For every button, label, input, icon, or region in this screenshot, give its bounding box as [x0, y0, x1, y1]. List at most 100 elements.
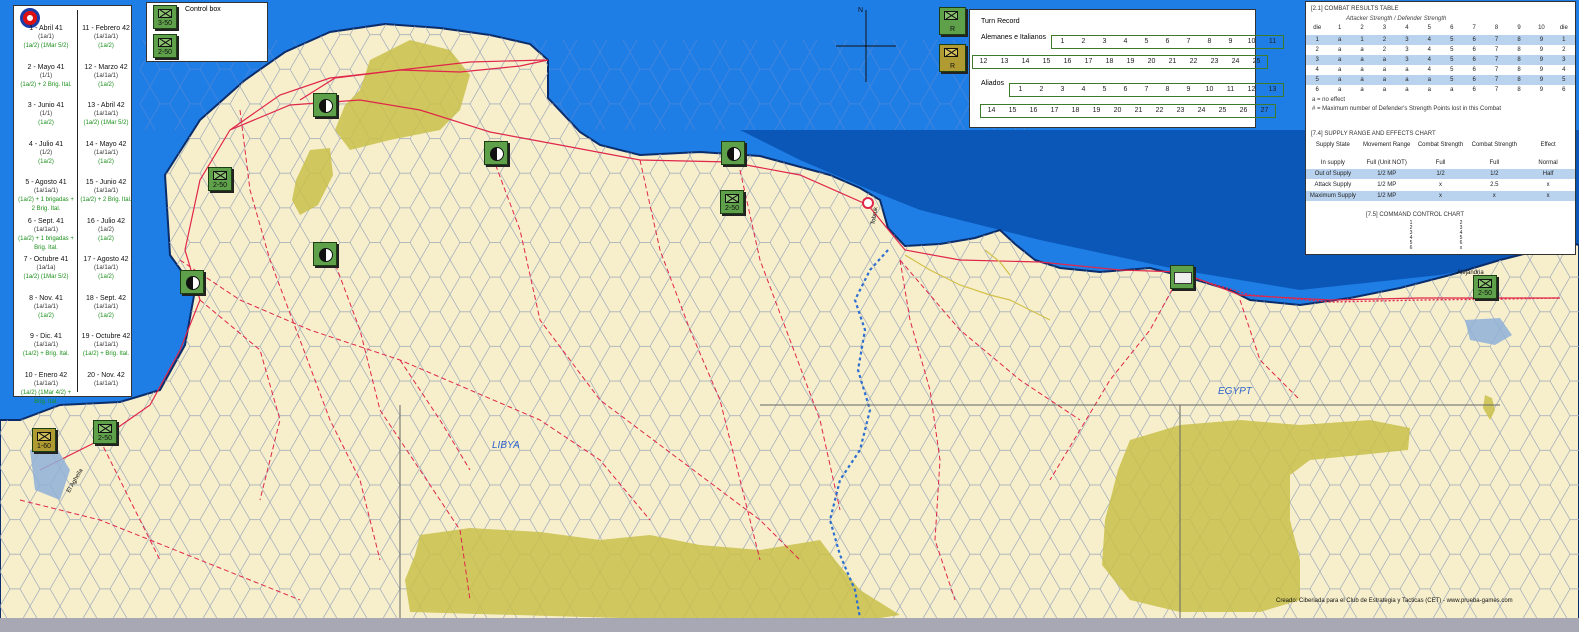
infantry-counter[interactable]: 2-50 — [1473, 275, 1497, 299]
turn-box[interactable]: 20 — [1141, 56, 1162, 68]
control-box: Control box 3-50 2-50 — [146, 2, 268, 62]
turn-box[interactable]: 2 — [1073, 36, 1094, 48]
supply-counter[interactable] — [313, 93, 337, 117]
supply-cell: Out of Supply — [1314, 171, 1352, 177]
crt-result-row: 2 a a 2 3 4 5 6 7 8 9 2 — [1306, 45, 1575, 55]
turn-box[interactable]: 13 — [1262, 84, 1283, 96]
crt-cell: 4 — [1315, 67, 1319, 73]
turn-box[interactable]: 19 — [1086, 105, 1107, 117]
turn-box[interactable]: 5 — [1094, 84, 1115, 96]
supply-column-header: Combat Strength — [1417, 142, 1464, 148]
turn-box[interactable]: 5 — [1136, 36, 1157, 48]
crt-cell: 3 — [1405, 57, 1409, 63]
turn-box[interactable]: 8 — [1157, 84, 1178, 96]
crt-subtitle: Attacker Strength / Defender Strength — [1346, 16, 1447, 22]
turn-box[interactable]: 6 — [1115, 84, 1136, 96]
turn-track-entry: 8 - Nov. 41 (1a/1a/1) (1a/2) — [18, 294, 74, 333]
turn-box[interactable]: 7 — [1136, 84, 1157, 96]
turn-box[interactable]: 8 — [1199, 36, 1220, 48]
turn-box[interactable]: 18 — [1065, 105, 1086, 117]
turn-box[interactable]: 12 — [1241, 84, 1262, 96]
turn-box[interactable]: 18 — [1099, 56, 1120, 68]
crt-result-row: 1 a 1 2 3 4 5 6 7 8 9 1 — [1306, 35, 1575, 45]
infantry-counter[interactable]: 2-50 — [208, 167, 232, 191]
turn-box[interactable]: 15 — [1002, 105, 1023, 117]
turn-box[interactable]: 27 — [1254, 105, 1275, 117]
crt-cell: a — [1337, 47, 1342, 53]
turn-box[interactable]: 13 — [994, 56, 1015, 68]
crt-cell: 1 — [1315, 37, 1319, 43]
turn-record-counter[interactable]: R — [939, 44, 966, 72]
axis-turn-row: 12 13 14 15 16 17 18 19 20 21 22 23 24 25 — [972, 55, 1268, 69]
turn-box[interactable]: 11 — [1220, 84, 1241, 96]
turn-box[interactable]: 16 — [1023, 105, 1044, 117]
crt-note: a = no effect — [1312, 97, 1346, 103]
turn-box[interactable]: 20 — [1107, 105, 1128, 117]
turn-track-note: (1a/2) — [98, 81, 114, 88]
turn-box[interactable]: 6 — [1157, 36, 1178, 48]
turn-box[interactable]: 22 — [1183, 56, 1204, 68]
turn-box[interactable]: 19 — [1120, 56, 1141, 68]
infantry-counter[interactable]: 3-50 — [153, 5, 177, 29]
turn-box[interactable]: 1 — [1052, 36, 1073, 48]
turn-box[interactable]: 7 — [1178, 36, 1199, 48]
turn-track-arrivals: (1a/1a) — [36, 265, 56, 271]
supply-counter[interactable] — [484, 141, 508, 165]
crt-cell: a — [1382, 77, 1387, 83]
turn-track-date: 15 - Junio 42 — [85, 179, 127, 186]
turn-box[interactable]: 1 — [1010, 84, 1031, 96]
turn-box[interactable]: 17 — [1078, 56, 1099, 68]
turn-record-counter[interactable]: R — [939, 7, 966, 35]
turn-box[interactable]: 10 — [1241, 36, 1262, 48]
turn-box[interactable]: 4 — [1115, 36, 1136, 48]
turn-box[interactable]: 9 — [1178, 84, 1199, 96]
turn-box[interactable]: 16 — [1057, 56, 1078, 68]
supply-column-header: Combat Strength — [1471, 142, 1517, 148]
turn-box[interactable]: 3 — [1052, 84, 1073, 96]
turn-box[interactable]: 9 — [1220, 36, 1241, 48]
turn-box[interactable]: 23 — [1170, 105, 1191, 117]
infantry-symbol-icon — [158, 38, 172, 47]
supply-counter[interactable] — [721, 141, 745, 165]
turn-box[interactable]: 24 — [1225, 56, 1246, 68]
counter-strength: 2-50 — [724, 205, 739, 212]
turn-box[interactable]: 11 — [1262, 36, 1283, 48]
control-box-title: Control box — [185, 6, 221, 13]
fortress-counter[interactable] — [1170, 265, 1194, 289]
turn-track-entry: 10 - Enero 42 (1a/1a/1) (1a/2) (1Mar 4/2) … — [18, 371, 74, 410]
turn-box[interactable]: 10 — [1199, 84, 1220, 96]
turn-box[interactable]: 22 — [1149, 105, 1170, 117]
turn-track-date: 20 - Nov. 42 — [87, 371, 125, 379]
turn-box[interactable]: 17 — [1044, 105, 1065, 117]
infantry-counter[interactable]: 2-50 — [720, 190, 744, 214]
fort-icon — [1174, 272, 1192, 284]
turn-box[interactable]: 23 — [1204, 56, 1225, 68]
supply-counter[interactable] — [313, 242, 337, 266]
infantry-counter[interactable]: 1-60 — [32, 428, 56, 452]
turn-box[interactable]: 21 — [1128, 105, 1149, 117]
turn-track-note: (1a/2) (1Mar 5/2) — [23, 274, 69, 280]
turn-box[interactable]: 14 — [981, 105, 1002, 117]
crt-cell: 5 — [1450, 77, 1454, 83]
supply-cell: Half — [1542, 171, 1554, 177]
turn-box[interactable]: 12 — [973, 56, 994, 68]
turn-box[interactable]: 4 — [1073, 84, 1094, 96]
turn-box[interactable]: 3 — [1094, 36, 1115, 48]
turn-box[interactable]: 24 — [1191, 105, 1212, 117]
libya-label: LIBYA — [492, 440, 520, 451]
tobruk-marker[interactable] — [862, 197, 874, 209]
crt-cell: 6 — [1472, 57, 1476, 63]
command-cell: x — [1459, 245, 1463, 251]
infantry-counter[interactable]: 2-50 — [93, 420, 117, 444]
turn-box[interactable]: 25 — [1246, 56, 1267, 68]
supply-counter[interactable] — [180, 270, 204, 294]
turn-box[interactable]: 21 — [1162, 56, 1183, 68]
turn-track-note: (1a/2) + 1 brigadas + Brig. Ital. — [18, 235, 74, 251]
turn-box[interactable]: 26 — [1233, 105, 1254, 117]
turn-box[interactable]: 15 — [1036, 56, 1057, 68]
axis-turn-label: Alemanes e Italianos — [981, 34, 1046, 41]
turn-box[interactable]: 2 — [1031, 84, 1052, 96]
turn-box[interactable]: 25 — [1212, 105, 1233, 117]
infantry-counter[interactable]: 2-50 — [153, 34, 177, 58]
turn-box[interactable]: 14 — [1015, 56, 1036, 68]
